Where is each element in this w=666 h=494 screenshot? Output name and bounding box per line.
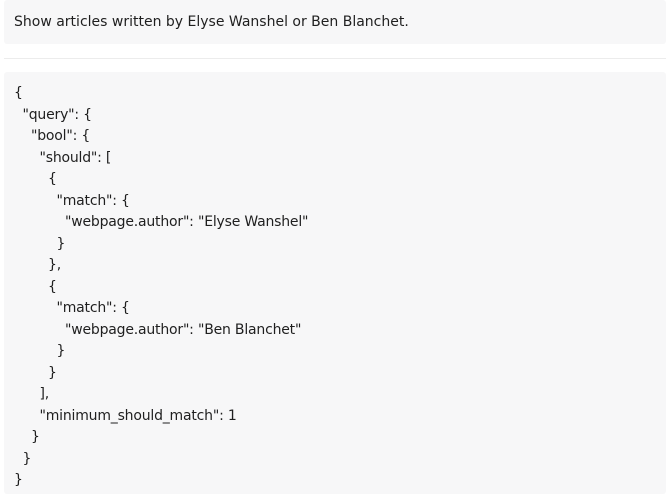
- code-block: { "query": { "bool": { "should": [ { "ma…: [4, 72, 666, 494]
- code-line: }: [14, 472, 23, 488]
- code-line: }: [14, 343, 66, 359]
- code-line: "webpage.author": "Ben Blanchet": [14, 321, 302, 338]
- code-line: "minimum_should_match": 1: [14, 407, 237, 424]
- code-line: {: [14, 171, 57, 187]
- code-line: }: [14, 364, 57, 381]
- code-line: "query": {: [14, 106, 93, 123]
- code-line: "match": {: [14, 300, 130, 316]
- code-line: {: [14, 85, 23, 101]
- code-line: }: [14, 429, 40, 445]
- code-line: "match": {: [14, 192, 130, 209]
- code-line: "should": [: [14, 149, 112, 166]
- code-line: }: [14, 450, 32, 467]
- code-line: {: [14, 278, 57, 295]
- divider: [4, 58, 666, 59]
- code-line: ],: [14, 386, 50, 402]
- code-line: }: [14, 235, 66, 252]
- code-line: "bool": {: [14, 128, 91, 144]
- code-line: },: [14, 257, 61, 273]
- prompt-text: Show articles written by Elyse Wanshel o…: [14, 14, 409, 30]
- prompt-message: Show articles written by Elyse Wanshel o…: [4, 0, 666, 44]
- code-line: "webpage.author": "Elyse Wanshel": [14, 214, 309, 230]
